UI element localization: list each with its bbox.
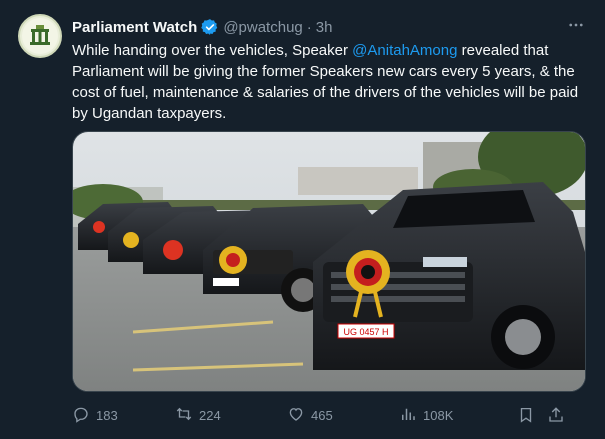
cars-photo: UG 0457 H (73, 132, 585, 391)
reply-icon (72, 405, 90, 426)
action-bar: 183 224 465 108K (72, 402, 587, 428)
parliament-logo-icon (22, 18, 58, 54)
avatar[interactable] (18, 14, 62, 58)
repost-button[interactable]: 224 (175, 405, 287, 426)
mention-link[interactable]: @AnitahAmong (352, 42, 457, 59)
tweet-text-part1: While handing over the vehicles, Speaker (72, 42, 353, 59)
verified-badge-icon (201, 18, 219, 36)
tweet-media[interactable]: UG 0457 H (72, 131, 586, 392)
like-icon (287, 405, 305, 426)
bookmark-icon[interactable] (517, 406, 547, 424)
timestamp[interactable]: 3h (316, 19, 333, 36)
tweet-header: Parliament Watch @pwatchug · 3h (72, 16, 585, 38)
more-icon[interactable] (565, 14, 587, 36)
user-handle[interactable]: @pwatchug (223, 19, 302, 36)
share-icon[interactable] (547, 406, 577, 424)
like-button[interactable]: 465 (287, 405, 399, 426)
reply-button[interactable]: 183 (72, 405, 175, 426)
repost-count: 224 (199, 407, 221, 423)
tweet-text: While handing over the vehicles, Speaker… (72, 40, 587, 124)
views-count: 108K (423, 407, 454, 423)
views-button[interactable]: 108K (399, 405, 517, 426)
views-icon (399, 405, 417, 426)
display-name[interactable]: Parliament Watch (72, 19, 197, 36)
separator-dot: · (306, 18, 312, 36)
reply-count: 183 (96, 407, 118, 423)
tweet[interactable]: Parliament Watch @pwatchug · 3h While ha… (0, 0, 605, 439)
license-plate: UG 0457 H (343, 327, 388, 337)
like-count: 465 (311, 407, 333, 423)
repost-icon (175, 405, 193, 426)
